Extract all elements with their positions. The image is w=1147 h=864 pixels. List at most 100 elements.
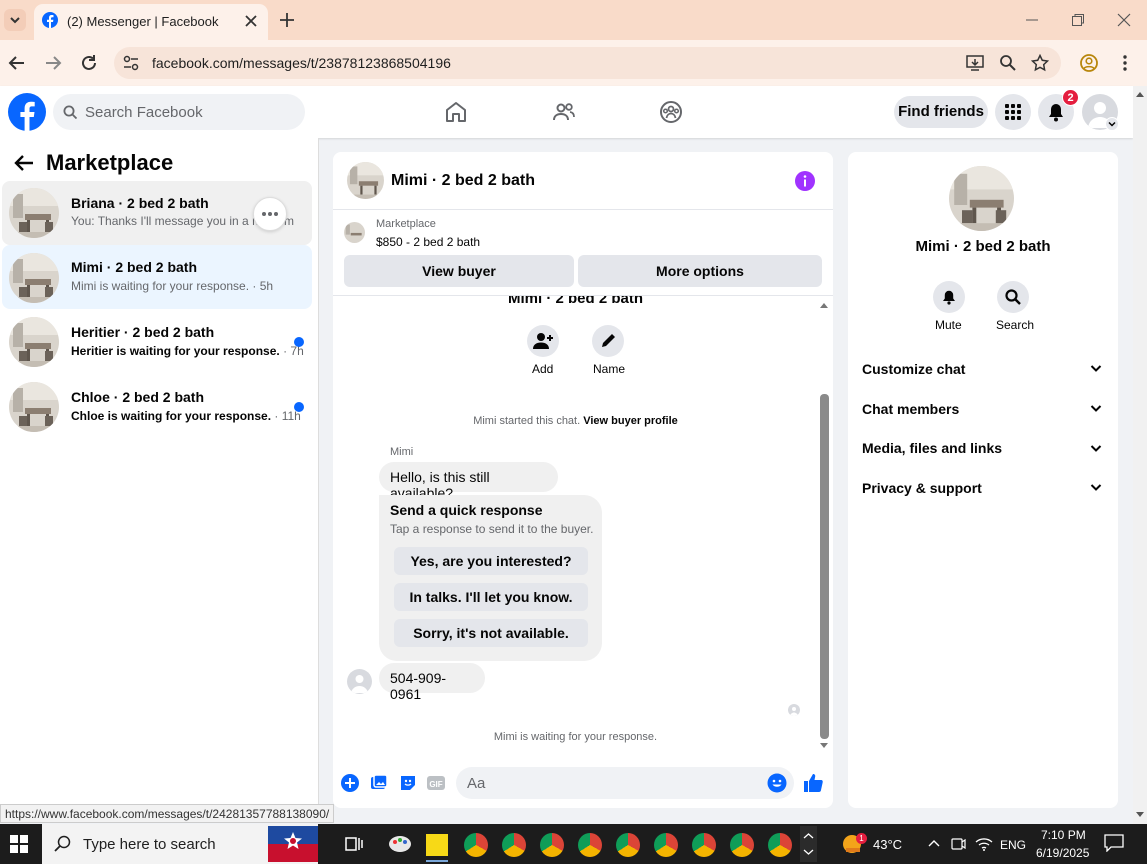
zoom-icon[interactable] [999, 54, 1017, 72]
notification-center-icon[interactable] [1104, 834, 1124, 852]
listing-avatar [9, 253, 59, 303]
minimize-window-icon[interactable] [1025, 13, 1039, 27]
account-chevron[interactable] [1105, 117, 1119, 131]
tab-search-button[interactable] [4, 9, 26, 31]
chrome-profile-app[interactable] [730, 833, 754, 857]
media-files-links-row[interactable]: Media, files and links [862, 440, 1002, 456]
quick-response-subtitle: Tap a response to send it to the buyer. [390, 522, 594, 536]
reload-icon[interactable] [80, 54, 98, 72]
gif-icon[interactable]: GIF [426, 773, 446, 793]
home-icon[interactable] [444, 100, 468, 124]
menu-button[interactable] [995, 94, 1031, 130]
view-buyer-button[interactable]: View buyer [344, 255, 574, 287]
chevron-up-down-icon [803, 833, 814, 855]
paint-app-icon[interactable] [388, 833, 412, 855]
chrome-profile-app[interactable] [502, 833, 526, 857]
message-input[interactable] [456, 767, 794, 799]
chevron-down-icon[interactable] [1090, 481, 1102, 493]
temperature[interactable]: 43°C [873, 837, 902, 852]
taskbar-active-indicator [426, 860, 448, 862]
search-placeholder: Search Facebook [85, 104, 203, 121]
conversation-options-button[interactable] [253, 197, 287, 231]
forward-arrow-icon[interactable] [44, 54, 62, 72]
site-settings-icon[interactable] [122, 54, 140, 72]
unread-dot [294, 337, 304, 347]
groups-icon[interactable] [659, 100, 683, 124]
chevron-down-icon[interactable] [1090, 362, 1102, 374]
browser-menu-icon[interactable] [1116, 54, 1134, 72]
view-buyer-profile-link[interactable]: View buyer profile [583, 415, 678, 427]
chrome-profile-app[interactable] [540, 833, 564, 857]
add-person-button[interactable] [527, 325, 559, 357]
taskbar-overflow[interactable] [800, 826, 817, 862]
chat-scroll-up-icon[interactable] [819, 301, 829, 309]
chat-members-row[interactable]: Chat members [862, 401, 959, 417]
message-bubble[interactable]: 504-909-0961 [379, 663, 485, 702]
clock-date[interactable]: 6/19/2025 [1036, 846, 1089, 860]
user-silhouette-icon [790, 707, 798, 716]
sticky-notes-app[interactable] [426, 834, 448, 856]
bell-icon [943, 290, 955, 305]
chrome-profile-app[interactable] [578, 833, 602, 857]
conversation-name[interactable]: Chloe · 2 bed 2 bath [71, 389, 204, 405]
scroll-down-icon[interactable] [1135, 811, 1145, 819]
listing-photo-icon [9, 253, 59, 303]
chat-scroll-down-icon[interactable] [819, 742, 829, 750]
mute-button[interactable] [933, 281, 965, 313]
chevron-down-icon[interactable] [1090, 442, 1102, 454]
close-tab-icon[interactable] [244, 14, 258, 28]
photo-icon[interactable] [369, 773, 389, 793]
edit-name-button[interactable] [592, 325, 624, 357]
quick-response-button[interactable]: Yes, are you interested? [394, 547, 588, 575]
close-window-icon[interactable] [1117, 13, 1131, 27]
friends-icon[interactable] [552, 100, 576, 124]
emoji-icon[interactable] [767, 773, 787, 793]
find-friends-button[interactable]: Find friends [894, 96, 988, 128]
chat-title[interactable]: Mimi · 2 bed 2 bath [391, 172, 535, 190]
quick-response-button[interactable]: Sorry, it's not available. [394, 619, 588, 647]
plus-circle-icon[interactable] [340, 773, 360, 793]
bookmark-star-icon[interactable] [1031, 54, 1049, 72]
chat-header-avatar[interactable] [347, 162, 384, 199]
chrome-profile-app[interactable] [464, 833, 488, 857]
windows-start-icon[interactable] [10, 835, 28, 853]
chevron-down-icon[interactable] [1090, 402, 1102, 414]
quick-response-button[interactable]: In talks. I'll let you know. [394, 583, 588, 611]
profile-icon[interactable] [1080, 54, 1098, 72]
chrome-profile-app[interactable] [692, 833, 716, 857]
new-tab-icon[interactable] [279, 12, 295, 28]
listing-thumbnail[interactable] [344, 222, 365, 243]
chat-header-divider [333, 209, 833, 210]
back-arrow-icon[interactable] [14, 154, 34, 172]
message-bubble[interactable]: Hello, is this still available? [379, 462, 558, 501]
browser-tab[interactable]: (2) Messenger | Facebook [34, 4, 268, 40]
chrome-profile-app[interactable] [654, 833, 678, 857]
chrome-profile-app[interactable] [768, 833, 792, 857]
facebook-logo-icon[interactable] [8, 93, 46, 131]
chevron-up-icon[interactable] [928, 838, 940, 850]
privacy-support-row[interactable]: Privacy & support [862, 480, 982, 496]
restore-window-icon[interactable] [1071, 13, 1085, 27]
install-app-icon[interactable] [966, 54, 984, 72]
language-indicator[interactable]: ENG [1000, 838, 1026, 852]
customize-chat-row[interactable]: Customize chat [862, 361, 965, 377]
conversation-name[interactable]: Heritier · 2 bed 2 bath [71, 324, 214, 340]
chrome-profile-app[interactable] [616, 833, 640, 857]
back-arrow-icon[interactable] [8, 54, 26, 72]
info-icon[interactable] [795, 171, 815, 191]
meet-now-icon[interactable] [950, 836, 966, 852]
sender-name: Mimi [390, 446, 414, 458]
scroll-up-icon[interactable] [1135, 90, 1145, 98]
wifi-icon[interactable] [975, 836, 993, 852]
more-options-button[interactable]: More options [578, 255, 822, 287]
page-scrollbar[interactable] [1133, 86, 1147, 824]
sticker-icon[interactable] [398, 773, 418, 793]
url-text[interactable]: facebook.com/messages/t/2387812386850419… [152, 55, 451, 71]
info-avatar[interactable] [949, 166, 1014, 231]
clock-time[interactable]: 7:10 PM [1041, 828, 1086, 842]
task-view-icon[interactable] [345, 835, 363, 853]
chat-scrollbar-thumb[interactable] [820, 394, 829, 739]
search-in-chat-button[interactable] [997, 281, 1029, 313]
thumbs-up-icon[interactable] [802, 772, 824, 794]
conversation-time: · 5h [252, 279, 274, 293]
